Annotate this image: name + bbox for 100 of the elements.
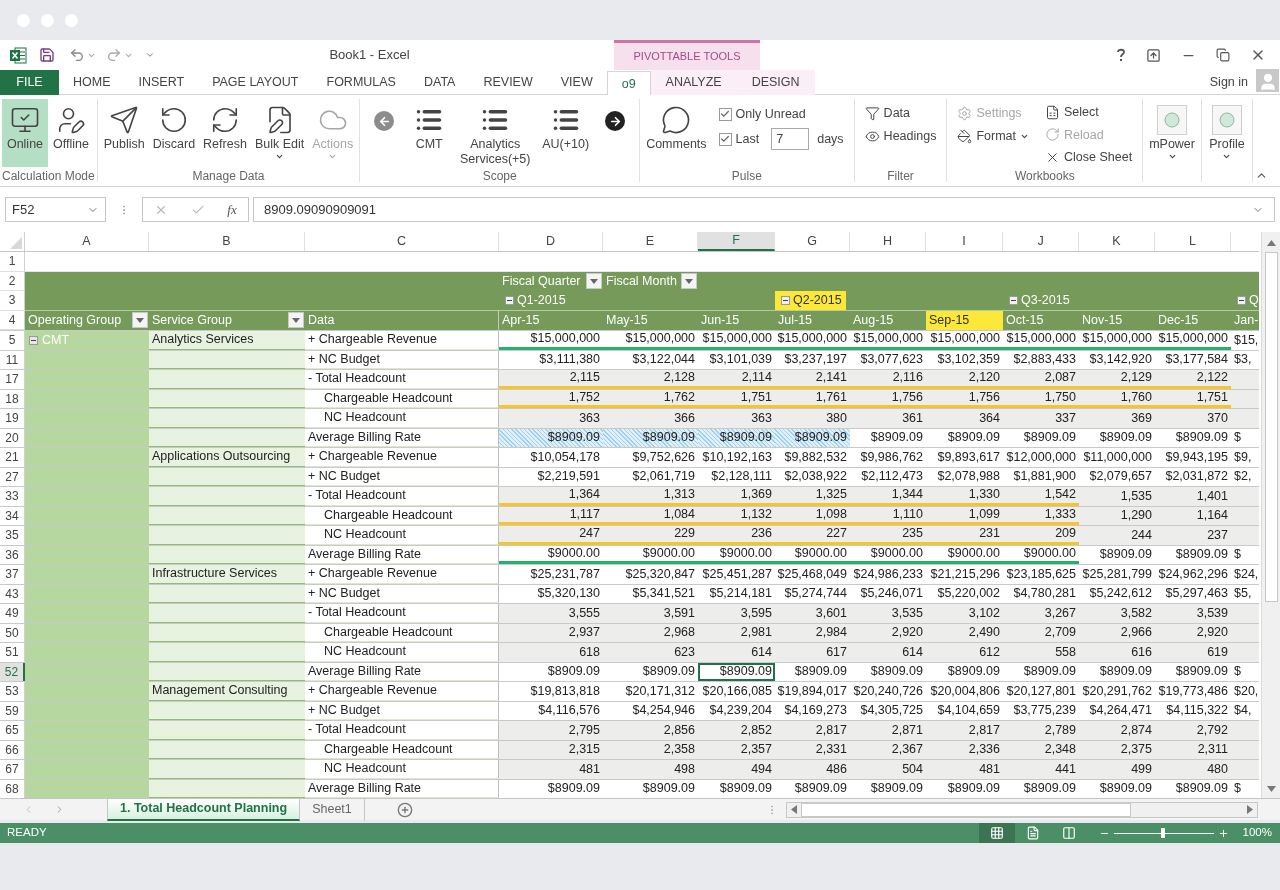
table-cell: 3,595 — [698, 604, 775, 623]
slider-thumb[interactable] — [1160, 828, 1165, 838]
ribbon-tab[interactable]: o9 — [606, 71, 651, 96]
filter-dropdown-button[interactable] — [132, 312, 148, 329]
table-cell: $9000.00 — [698, 545, 775, 564]
active-cell[interactable]: $8909.09 — [698, 662, 775, 681]
scroll-down-icon[interactable] — [1266, 786, 1276, 792]
redo-icon[interactable] — [106, 47, 122, 63]
ribbon-button[interactable]: Discard — [148, 99, 200, 167]
table-cell: 3,601 — [775, 604, 850, 623]
ribbon-button[interactable]: AU(+10) — [538, 99, 594, 167]
ribbon-button[interactable]: Offline — [48, 99, 94, 167]
table-cell: 2,817 — [926, 721, 1003, 740]
table-cell: 2,115 — [499, 370, 603, 389]
horizontal-scrollbar[interactable] — [786, 801, 1258, 818]
collapse-icon[interactable] — [781, 295, 790, 305]
formula-field[interactable]: 8909.09090909091 — [253, 197, 1275, 222]
row-number[interactable]: 3 — [0, 291, 25, 311]
sign-in-link[interactable]: Sign in — [1209, 72, 1248, 92]
collapse-icon[interactable] — [29, 335, 38, 345]
table-cell: + NC Budget — [305, 350, 499, 369]
ribbon-button[interactable]: Online — [2, 99, 48, 167]
ribbon-button[interactable]: Comments — [642, 99, 711, 167]
ribbon-small-button[interactable]: Select — [1045, 103, 1133, 123]
ribbon-small-button[interactable]: Headings — [864, 126, 937, 146]
collapse-icon[interactable] — [1009, 295, 1018, 305]
help-icon[interactable] — [1116, 48, 1126, 62]
monitor-icon — [10, 105, 40, 135]
scroll-up-icon[interactable] — [1266, 240, 1276, 246]
name-box[interactable]: F52 — [5, 197, 106, 222]
scroll-left-icon[interactable] — [791, 805, 797, 814]
ribbon-button[interactable]: CMT — [406, 99, 453, 167]
customize-icon[interactable] — [145, 50, 155, 60]
ribbon-button[interactable]: Publish — [99, 99, 149, 167]
row-number[interactable]: 1 — [0, 252, 25, 272]
ribbon-button[interactable]: Refresh — [199, 99, 251, 167]
filter-dropdown-button[interactable] — [681, 273, 697, 290]
ribbon-tab[interactable]: VIEW — [546, 70, 607, 95]
zoom-slider[interactable] — [1113, 828, 1214, 838]
vertical-scrollbar[interactable] — [1261, 232, 1280, 798]
table-cell: 616 — [1079, 643, 1155, 662]
ribbon-display-icon[interactable] — [1146, 47, 1161, 63]
column-header[interactable]: F — [698, 232, 775, 251]
ribbon-small-button[interactable]: Close Sheet — [1045, 147, 1133, 167]
table-cell: 2,348 — [1003, 740, 1079, 759]
table-cell: 231 — [926, 526, 1003, 545]
grid-view-icon[interactable] — [978, 823, 1015, 843]
circle-tile-icon — [1212, 105, 1242, 135]
table-cell: 2,120 — [926, 370, 1003, 389]
filter-dropdown-button[interactable] — [586, 273, 602, 290]
insert-function-button[interactable]: fx — [227, 199, 237, 220]
ribbon-button[interactable]: Bulk Edit — [250, 99, 309, 167]
ribbon-small-button[interactable]: Format — [957, 126, 1030, 146]
ribbon-button[interactable]: mPower — [1145, 99, 1199, 167]
table-cell: $8909.09 — [698, 428, 775, 447]
table-cell: 2,122 — [1155, 370, 1231, 389]
ribbon-small-button[interactable]: Data — [864, 103, 937, 123]
ribbon-tab[interactable]: PAGE LAYOUT — [198, 70, 313, 95]
scrollbar-thumb[interactable] — [1264, 252, 1278, 602]
scrollbar-thumb[interactable] — [801, 802, 1131, 817]
table-cell: 1,333 — [1003, 506, 1079, 525]
checkbox[interactable] — [718, 107, 732, 121]
sheet-tab[interactable]: 1. Total Headcount Planning — [107, 798, 301, 821]
restore-icon[interactable] — [1216, 48, 1230, 62]
table-cell: 2,981 — [698, 623, 775, 642]
ribbon-tab[interactable]: FORMULAS — [312, 70, 410, 95]
sheet-tab[interactable]: Sheet1 — [300, 798, 365, 821]
ribbon-tab[interactable]: INSERT — [124, 70, 199, 95]
table-cell: 2,315 — [499, 740, 603, 759]
spreadsheet-icon — [1045, 105, 1061, 121]
days-field[interactable]: 7 — [771, 128, 810, 150]
ribbon-tab[interactable]: ANALYZE — [650, 70, 737, 95]
collapse-icon[interactable] — [505, 295, 514, 305]
file-tab[interactable]: FILE — [0, 70, 59, 95]
caret-icon — [685, 278, 693, 284]
checkbox[interactable] — [718, 132, 732, 146]
table-cell: $15,000,000 — [850, 331, 926, 350]
table-cell: NC Headcount — [305, 409, 499, 428]
undo-icon[interactable] — [69, 47, 85, 63]
table-cell: Average Billing Rate — [305, 545, 499, 564]
add-sheet-icon[interactable] — [396, 801, 413, 818]
ribbon-button[interactable]: Profile — [1204, 99, 1250, 167]
month-header[interactable]: Sep-15 — [926, 310, 1003, 330]
zoom-in-icon[interactable] — [1217, 827, 1229, 839]
filter-dropdown-button[interactable] — [288, 312, 304, 329]
scroll-right-icon[interactable] — [1247, 805, 1253, 814]
ribbon-button[interactable]: Analytics Services(+5) — [452, 99, 539, 167]
save-icon[interactable] — [39, 47, 55, 63]
quarter-header[interactable]: Q2-2015 — [775, 291, 846, 310]
table-cell: 2,874 — [1079, 721, 1155, 740]
spreadsheet-logo-icon[interactable] — [10, 46, 27, 64]
table-cell: 2,129 — [1079, 370, 1155, 389]
ribbon-tab[interactable]: HOME — [59, 70, 125, 95]
row-number[interactable]: 52 — [0, 662, 25, 682]
table-cell: 481 — [926, 760, 1003, 779]
ribbon-tab[interactable]: DESIGN — [736, 70, 815, 95]
ribbon-tab[interactable]: DATA — [409, 70, 470, 95]
table-cell: 2,789 — [1003, 721, 1079, 740]
ribbon-tab[interactable]: REVIEW — [469, 70, 547, 95]
collapse-icon[interactable] — [1237, 295, 1246, 305]
